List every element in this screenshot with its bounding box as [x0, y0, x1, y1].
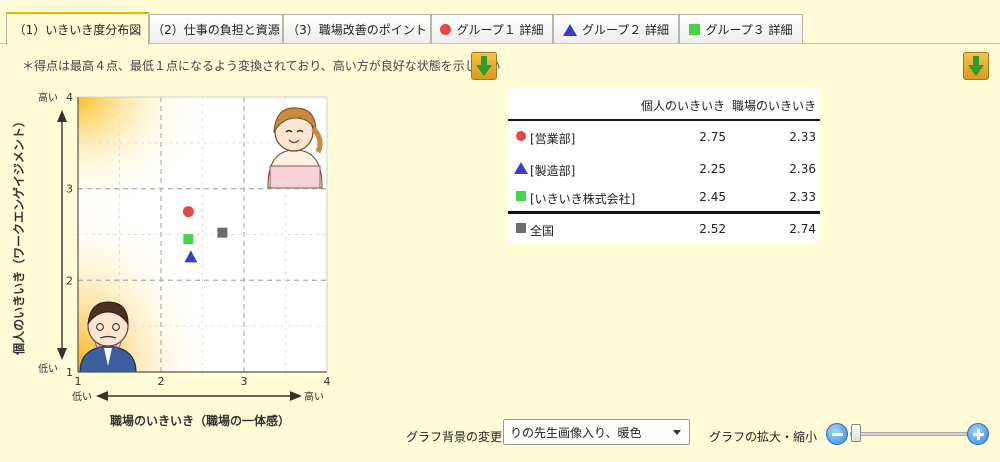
row-workplace-score: 2.36 — [789, 162, 816, 176]
background-select-value: りの先生画像入り、暖色 — [510, 425, 642, 440]
tab-label: グループ２ 詳細 — [581, 23, 670, 37]
green-square-icon — [516, 191, 526, 201]
table-header-workplace: 職場のいきいき — [732, 99, 817, 113]
zoom-in-button[interactable] — [967, 423, 989, 445]
row-name: [いきいき株式会社] — [530, 192, 636, 206]
x-tick-label: 2 — [158, 375, 165, 388]
green-square-icon — [689, 24, 701, 35]
x-tick-label: 4 — [324, 375, 331, 388]
row-personal-score: 2.25 — [699, 162, 726, 176]
tab-label: （1）いきいき度分布図 — [13, 23, 142, 37]
row-name: 全国 — [530, 224, 555, 238]
tab-divider — [0, 43, 1000, 44]
series-point-circle — [182, 206, 194, 218]
tab-workload-resources[interactable]: （2）仕事の負担と資源 — [149, 14, 283, 44]
blue-triangle-icon — [562, 23, 577, 36]
x-high-label: 高い — [304, 390, 324, 403]
gray-square-icon — [516, 223, 526, 233]
series-point-square — [217, 227, 228, 238]
row-workplace-score: 2.33 — [789, 130, 816, 144]
y-high-label: 高い — [38, 91, 58, 104]
x-tick-label: 1 — [75, 375, 82, 388]
arrow-up-icon — [57, 110, 67, 122]
background-change-label: グラフ背景の変更 — [406, 430, 503, 444]
y-tick-label: 2 — [66, 274, 73, 287]
x-tick-label: 3 — [241, 375, 248, 388]
zoom-label: グラフの拡大・縮小 — [709, 430, 818, 444]
tab-bar: （1）いきいき度分布図 （2）仕事の負担と資源 （3）職場改善のポイント グルー… — [0, 0, 1000, 45]
tab-group3-detail[interactable]: グループ３ 詳細 — [679, 14, 803, 44]
table-header-personal: 個人のいきいき — [641, 99, 726, 113]
row-personal-score: 2.45 — [699, 190, 726, 204]
arrow-left-icon — [96, 391, 108, 401]
row-workplace-score: 2.74 — [789, 222, 816, 236]
chevron-down-icon — [673, 430, 681, 435]
blue-triangle-icon — [514, 162, 528, 174]
warm-gradient-bottom — [78, 193, 215, 372]
tab-label: グループ３ 詳細 — [705, 23, 793, 37]
zoom-slider-thumb[interactable] — [851, 424, 861, 442]
table-header-rule — [508, 119, 820, 121]
y-tick-label: 4 — [66, 91, 73, 104]
tab-label: （2）仕事の負担と資源 — [152, 23, 280, 37]
zoom-slider-track[interactable] — [850, 432, 970, 436]
tab-group1-detail[interactable]: グループ１ 詳細 — [431, 14, 553, 44]
tab-label: グループ１ 詳細 — [456, 23, 544, 37]
download-icon — [968, 55, 984, 76]
score-note: ＊得点は最高４点、最低１点になるよう変換されており、高い方が良好な状態を示してい — [22, 59, 501, 73]
zoom-out-button[interactable] — [826, 423, 848, 445]
series-point-square — [183, 234, 194, 245]
arrow-down-icon — [57, 348, 67, 360]
x-axis-title: 職場のいきいき（職場の一体感） — [110, 413, 290, 428]
y-tick-label: 1 — [66, 366, 73, 379]
row-personal-score: 2.52 — [699, 222, 726, 236]
score-table: 個人のいきいき 職場のいきいき [営業部] 2.75 2.33 [製造部] 2.… — [508, 88, 820, 244]
row-workplace-score: 2.33 — [789, 190, 816, 204]
x-low-label: 低い — [72, 390, 92, 403]
plus-icon — [976, 428, 980, 440]
arrow-right-icon — [290, 391, 302, 401]
minus-icon — [831, 432, 843, 436]
y-tick-label: 3 — [66, 183, 73, 196]
download-chart-button[interactable] — [471, 52, 497, 80]
tab-group2-detail[interactable]: グループ２ 詳細 — [553, 14, 679, 44]
download-icon — [476, 55, 492, 76]
background-select[interactable]: りの先生画像入り、暖色 — [503, 419, 690, 445]
tab-distribution-map[interactable]: （1）いきいき度分布図 — [6, 12, 149, 45]
red-circle-icon — [516, 131, 526, 141]
y-axis-title: 個人のいきいき（ワークエンゲイジメント） — [11, 115, 26, 356]
tab-label: （3）職場改善のポイント — [287, 23, 427, 37]
row-name: [製造部] — [530, 164, 576, 178]
woman-shirt — [269, 165, 321, 189]
red-circle-icon — [440, 24, 452, 35]
row-name: [営業部] — [530, 132, 576, 146]
y-low-label: 低い — [38, 362, 58, 375]
table-row-total: 全国 2.52 2.74 — [508, 214, 820, 246]
row-personal-score: 2.75 — [699, 130, 726, 144]
table-row: [営業部] 2.75 2.33 — [508, 122, 820, 154]
tab-improvement-points[interactable]: （3）職場改善のポイント — [283, 14, 431, 44]
distribution-chart: 1 2 3 41234高い低い低い 高い職場のいきいき（職場の一体感）個人のいきいき（ワ… — [11, 91, 331, 428]
download-table-button[interactable] — [963, 52, 989, 80]
table-row: [いきいき株式会社] 2.45 2.33 — [508, 182, 820, 214]
